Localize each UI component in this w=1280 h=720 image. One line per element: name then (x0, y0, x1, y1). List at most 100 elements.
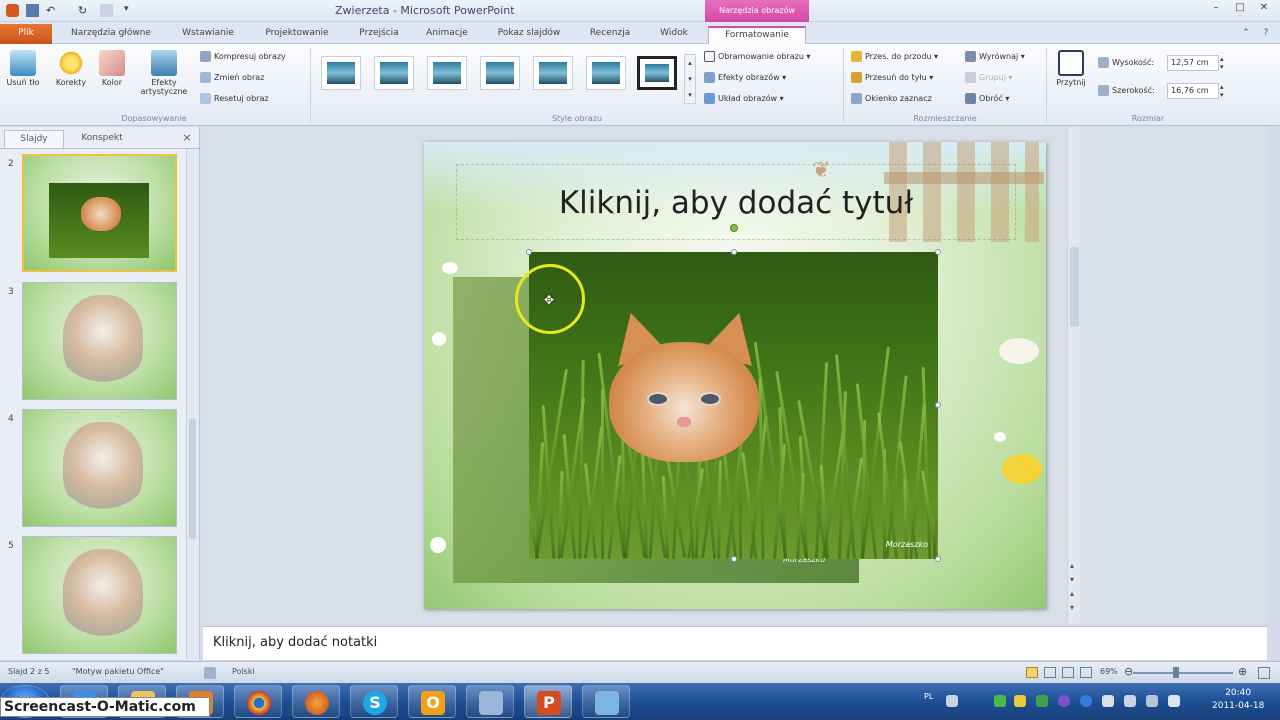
system-clock[interactable]: 20:40 2011-04-18 (1212, 687, 1264, 713)
slide-canvas[interactable]: ❦ Kliknij, aby dodać tytuł Morzaszko Mor… (424, 142, 1046, 609)
notes-pane[interactable]: Kliknij, aby dodać notatki (203, 626, 1267, 660)
picture-style-2[interactable] (374, 56, 414, 90)
slide-thumbnail[interactable] (22, 536, 177, 654)
slide-thumbnail[interactable] (22, 154, 177, 272)
tab-file[interactable]: Plik (0, 24, 52, 44)
zoom-slider-knob[interactable] (1173, 667, 1179, 678)
tray-icon[interactable] (1080, 695, 1092, 707)
height-spinner[interactable]: ▴ ▾ (1220, 55, 1224, 71)
help-icon[interactable]: ? (1258, 26, 1274, 44)
picture-style-3[interactable] (427, 56, 467, 90)
taskbar-app-chrome[interactable] (234, 685, 282, 718)
group-button[interactable]: Grupuj ▾ (965, 71, 1013, 85)
slideshow-view-icon[interactable] (1080, 667, 1092, 678)
quick-access-icon[interactable] (100, 4, 113, 17)
slide-thumbnail[interactable] (22, 282, 177, 400)
styles-gallery-more-button[interactable]: ▴ ▾ ▾ (684, 54, 696, 104)
zoom-out-icon[interactable]: ⊖ (1124, 665, 1133, 678)
tab-view[interactable]: Widok (648, 26, 700, 44)
picture-layout-button[interactable]: Układ obrazów ▾ (704, 92, 784, 106)
language-indicator[interactable]: Polski (232, 667, 255, 676)
tray-icon[interactable] (1058, 695, 1070, 707)
corrections-button[interactable]: Korekty (50, 50, 92, 87)
resize-handle[interactable] (731, 556, 737, 562)
tab-transitions[interactable]: Przejścia (348, 26, 410, 44)
redo-icon[interactable]: ↻ (78, 4, 91, 17)
resize-handle[interactable] (935, 556, 941, 562)
slides-pane-scrollbar[interactable] (186, 149, 198, 659)
picture-style-4[interactable] (480, 56, 520, 90)
artistic-effects-button[interactable]: Efekty artystyczne (132, 50, 196, 96)
tab-outline[interactable]: Konspekt (70, 130, 134, 148)
network-icon[interactable] (1124, 695, 1136, 707)
tray-icon[interactable] (994, 695, 1006, 707)
width-spinner[interactable]: ▴ ▾ (1220, 83, 1224, 99)
taskbar-app-skype[interactable]: S (350, 685, 398, 718)
tab-design[interactable]: Projektowanie (256, 26, 338, 44)
maximize-button[interactable]: □ (1228, 2, 1252, 16)
send-backward-button[interactable]: Przesuń do tyłu ▾ (851, 71, 933, 85)
tab-format[interactable]: Formatowanie (708, 26, 806, 44)
close-pane-icon[interactable]: × (180, 130, 194, 148)
editor-scrollbar[interactable]: ▴ ▾ ▴ ▾ (1067, 127, 1080, 624)
notes-placeholder[interactable]: Kliknij, aby dodać notatki (213, 635, 377, 650)
keyboard-language[interactable]: PL (924, 692, 933, 701)
reset-picture-button[interactable]: Resetuj obraz (200, 92, 269, 106)
tab-review[interactable]: Recenzja (580, 26, 640, 44)
taskbar-app-paint[interactable] (582, 685, 630, 718)
zoom-level[interactable]: 69% (1100, 667, 1118, 676)
taskbar-app-firefox[interactable] (292, 685, 340, 718)
slide-thumbnail[interactable] (22, 409, 177, 527)
slide-title[interactable]: Kliknij, aby dodać tytuł (457, 185, 1015, 221)
picture-style-5[interactable] (533, 56, 573, 90)
spellcheck-icon[interactable] (204, 667, 216, 679)
minimize-ribbon-icon[interactable]: ⌃ (1238, 26, 1254, 44)
rotate-button[interactable]: Obróć ▾ (965, 92, 1009, 106)
picture-effects-button[interactable]: Efekty obrazów ▾ (704, 71, 786, 85)
selection-pane-button[interactable]: Okienko zaznacz (851, 92, 932, 106)
close-window-button[interactable]: ✕ (1252, 2, 1276, 16)
undo-icon[interactable]: ↶ (46, 4, 59, 17)
tab-slideshow[interactable]: Pokaz slajdów (488, 26, 570, 44)
zoom-in-icon[interactable]: ⊕ (1238, 665, 1247, 678)
rotate-handle[interactable] (730, 224, 738, 232)
minimize-button[interactable]: – (1204, 2, 1228, 16)
fit-to-window-icon[interactable] (1258, 667, 1270, 679)
picture-style-1[interactable] (321, 56, 361, 90)
tray-icon[interactable] (1102, 695, 1114, 707)
crop-button[interactable]: Przytnij (1052, 50, 1090, 87)
tab-animations[interactable]: Animacje (416, 26, 478, 44)
resize-handle[interactable] (935, 249, 941, 255)
resize-handle[interactable] (935, 402, 941, 408)
customize-qat-icon[interactable]: ▾ (124, 4, 137, 17)
tab-home[interactable]: Narzędzia główne (62, 26, 160, 44)
resize-handle[interactable] (731, 249, 737, 255)
tray-icon[interactable] (1146, 695, 1158, 707)
taskbar-app-outlook[interactable]: O (408, 685, 456, 718)
zoom-slider[interactable] (1133, 672, 1233, 674)
normal-view-icon[interactable] (1026, 667, 1038, 678)
remove-background-button[interactable]: Usuń tło (4, 50, 42, 87)
save-icon[interactable] (26, 4, 39, 17)
picture-style-6[interactable] (586, 56, 626, 90)
slide-sorter-icon[interactable] (1044, 667, 1056, 678)
reading-view-icon[interactable] (1062, 667, 1074, 678)
tray-icon[interactable] (1036, 695, 1048, 707)
taskbar-app-window[interactable] (466, 685, 514, 718)
resize-handle[interactable] (526, 249, 532, 255)
height-input[interactable]: 12,57 cm (1167, 55, 1219, 71)
align-button[interactable]: Wyrównaj ▾ (965, 50, 1025, 64)
tray-icon[interactable] (1014, 695, 1026, 707)
kitten-photo-selected[interactable]: Morzaszko (529, 252, 938, 559)
tray-icon[interactable] (946, 695, 958, 707)
picture-border-button[interactable]: Obramowanie obrazu ▾ (704, 50, 810, 64)
tab-slides[interactable]: Slajdy (4, 130, 64, 148)
change-picture-button[interactable]: Zmień obraz (200, 71, 264, 85)
width-input[interactable]: 16,76 cm (1167, 83, 1219, 99)
volume-icon[interactable] (1168, 695, 1180, 707)
compress-pictures-button[interactable]: Kompresuj obrazy (200, 50, 286, 64)
bring-forward-button[interactable]: Przes. do przodu ▾ (851, 50, 938, 64)
taskbar-app-powerpoint[interactable]: P (524, 685, 572, 718)
picture-style-7[interactable] (637, 56, 677, 90)
tab-insert[interactable]: Wstawianie (170, 26, 246, 44)
